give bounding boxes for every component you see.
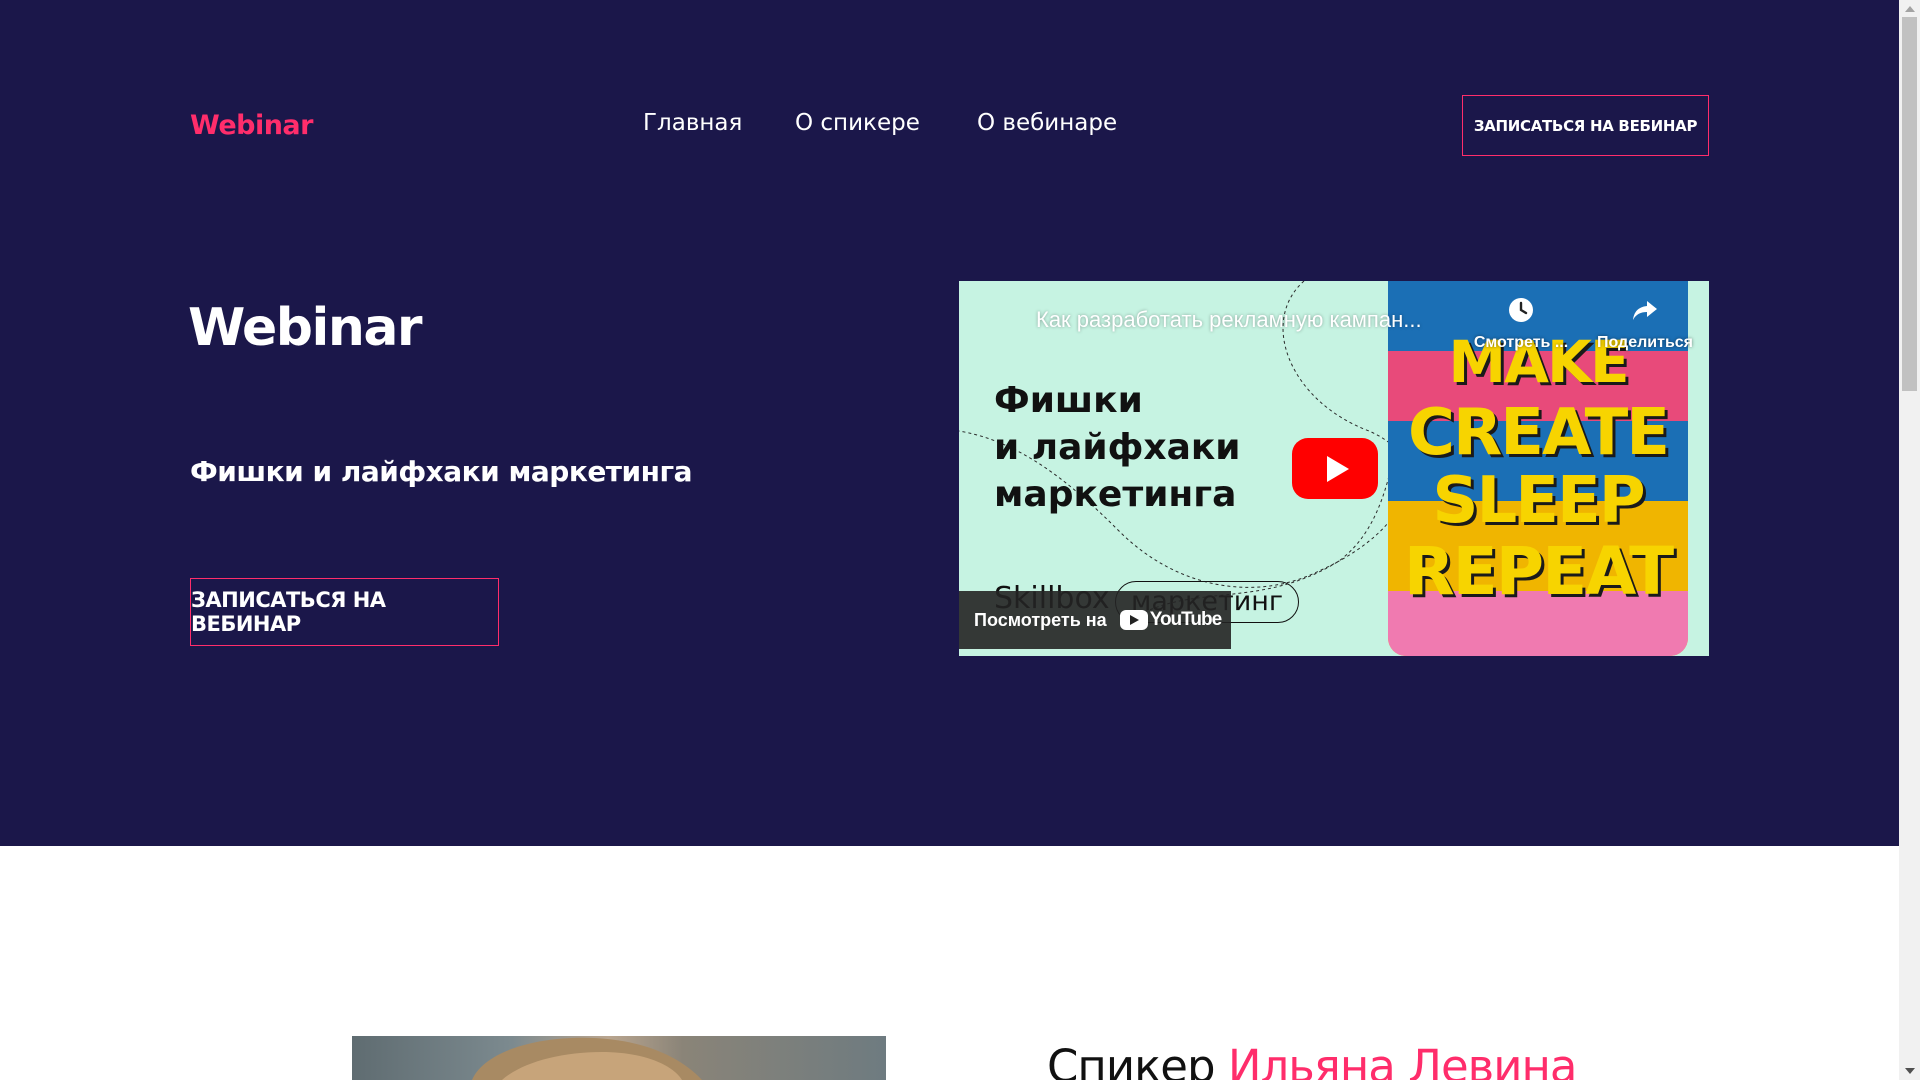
speaker-photo — [352, 1036, 886, 1080]
hero-section: Webinar Главная О спикере О вебинаре ЗАП… — [0, 0, 1899, 846]
speaker-name: Ильяна Левина — [1227, 1040, 1578, 1080]
youtube-wordmark: YouTube — [1149, 609, 1222, 630]
speaker-label: Спикер — [1047, 1040, 1216, 1080]
hero-title: Webinar — [188, 298, 423, 358]
header-signup-button[interactable]: ЗАПИСАТЬСЯ НА ВЕБИНАР — [1462, 95, 1709, 156]
youtube-logo: YouTube — [1119, 609, 1222, 631]
hero-subtitle: Фишки и лайфхаки маркетинга — [190, 455, 693, 488]
page-scrollbar[interactable] — [1899, 0, 1920, 1080]
video-heading-line: и лайфхаки — [994, 427, 1241, 468]
watch-later-label: Смотреть ... — [1473, 334, 1569, 351]
watch-on-youtube-button[interactable]: Посмотреть на YouTube — [959, 591, 1231, 649]
video-heading-line: Фишки — [994, 380, 1143, 421]
share-button[interactable]: Поделиться — [1590, 297, 1700, 352]
video-heading-line: маркетинга — [994, 474, 1237, 515]
watch-on-label: Посмотреть на — [974, 609, 1107, 630]
play-icon[interactable] — [1292, 438, 1378, 499]
hero-signup-button[interactable]: ЗАПИСАТЬСЯ НА ВЕБИНАР — [190, 578, 499, 646]
speaker-heading: Спикер Ильяна Левина — [1047, 1040, 1578, 1080]
speaker-hair-icon — [472, 1037, 702, 1080]
scroll-up-icon[interactable] — [1905, 6, 1915, 12]
video-heading: Фишки и лайфхаки маркетинга — [994, 377, 1314, 518]
video-title[interactable]: Как разработать рекламную кампан... — [1036, 307, 1422, 333]
site-logo[interactable]: Webinar — [190, 110, 313, 141]
clock-icon — [1509, 298, 1533, 322]
nav-item-speaker[interactable]: О спикере — [795, 110, 920, 136]
scroll-thumb[interactable] — [1902, 17, 1917, 391]
poster-word: CREATE — [1408, 396, 1670, 470]
share-icon — [1633, 301, 1657, 320]
poster-word: SLEEP — [1432, 464, 1645, 538]
video-embed[interactable]: Фишки и лайфхаки маркетинга Skillbox мар… — [959, 281, 1709, 656]
nav-item-home[interactable]: Главная — [643, 110, 742, 136]
watch-later-button[interactable]: Смотреть ... — [1466, 297, 1576, 352]
scroll-down-icon[interactable] — [1905, 1068, 1915, 1074]
share-label: Поделиться — [1596, 334, 1694, 351]
poster-word: REPEAT — [1403, 533, 1674, 610]
youtube-icon — [1119, 610, 1148, 630]
nav-item-webinar[interactable]: О вебинаре — [977, 110, 1117, 136]
